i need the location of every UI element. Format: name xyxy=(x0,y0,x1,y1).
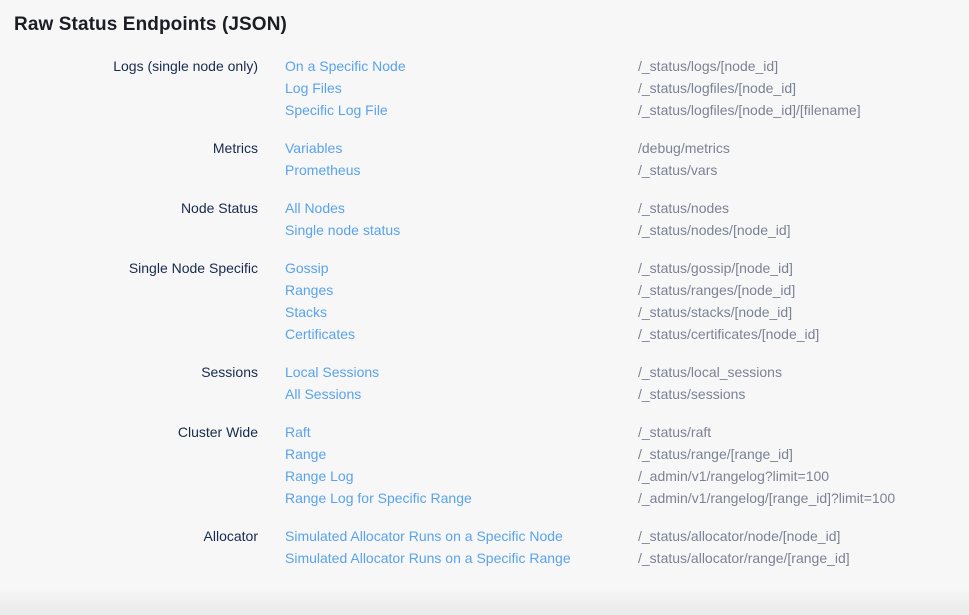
endpoint-link[interactable]: On a Specific Node xyxy=(285,55,638,77)
endpoint-link[interactable]: Local Sessions xyxy=(285,361,638,383)
endpoint-path: /_status/logfiles/[node_id] xyxy=(638,77,969,99)
endpoint-groups: Logs (single node only) On a Specific No… xyxy=(0,55,969,569)
category-label: Cluster Wide xyxy=(0,421,285,509)
endpoint-path: /_status/certificates/[node_id] xyxy=(638,323,969,345)
endpoint-link[interactable]: All Sessions xyxy=(285,383,638,405)
endpoint-link[interactable]: Gossip xyxy=(285,257,638,279)
footer-strip xyxy=(0,589,969,615)
endpoint-link[interactable]: Prometheus xyxy=(285,159,638,181)
endpoint-link[interactable]: Certificates xyxy=(285,323,638,345)
links-column: GossipRangesStacksCertificates xyxy=(285,257,638,345)
category-label: Node Status xyxy=(0,197,285,241)
links-column: On a Specific NodeLog FilesSpecific Log … xyxy=(285,55,638,121)
endpoint-path: /_status/raft xyxy=(638,421,969,443)
endpoint-link[interactable]: Range Log for Specific Range xyxy=(285,487,638,509)
paths-column: /_status/raft/_status/range/[range_id]/_… xyxy=(638,421,969,509)
endpoint-path: /_status/local_sessions xyxy=(638,361,969,383)
endpoint-path: /_admin/v1/rangelog?limit=100 xyxy=(638,465,969,487)
paths-column: /_status/nodes/_status/nodes/[node_id] xyxy=(638,197,969,241)
page-title: Raw Status Endpoints (JSON) xyxy=(14,12,969,38)
endpoint-link[interactable]: Range Log xyxy=(285,465,638,487)
endpoint-group: Allocator Simulated Allocator Runs on a … xyxy=(0,525,969,569)
endpoint-path: /_admin/v1/rangelog/[range_id]?limit=100 xyxy=(638,487,969,509)
endpoint-path: /_status/logfiles/[node_id]/[filename] xyxy=(638,99,969,121)
endpoint-path: /_status/ranges/[node_id] xyxy=(638,279,969,301)
endpoint-path: /_status/allocator/node/[node_id] xyxy=(638,525,969,547)
endpoint-link[interactable]: Variables xyxy=(285,137,638,159)
endpoint-group: Single Node Specific GossipRangesStacksC… xyxy=(0,257,969,345)
endpoint-path: /_status/nodes/[node_id] xyxy=(638,219,969,241)
endpoint-path: /_status/sessions xyxy=(638,383,969,405)
paths-column: /_status/gossip/[node_id]/_status/ranges… xyxy=(638,257,969,345)
category-label: Logs (single node only) xyxy=(0,55,285,121)
links-column: VariablesPrometheus xyxy=(285,137,638,181)
endpoint-path: /_status/allocator/range/[range_id] xyxy=(638,547,969,569)
endpoint-link[interactable]: Simulated Allocator Runs on a Specific N… xyxy=(285,525,638,547)
paths-column: /_status/local_sessions/_status/sessions xyxy=(638,361,969,405)
endpoint-link[interactable]: Single node status xyxy=(285,219,638,241)
links-column: Local SessionsAll Sessions xyxy=(285,361,638,405)
endpoint-link[interactable]: Raft xyxy=(285,421,638,443)
endpoint-group: Sessions Local SessionsAll Sessions /_st… xyxy=(0,361,969,405)
links-column: All NodesSingle node status xyxy=(285,197,638,241)
endpoint-path: /_status/stacks/[node_id] xyxy=(638,301,969,323)
endpoint-path: /_status/range/[range_id] xyxy=(638,443,969,465)
endpoint-group: Logs (single node only) On a Specific No… xyxy=(0,55,969,121)
category-label: Single Node Specific xyxy=(0,257,285,345)
paths-column: /_status/allocator/node/[node_id]/_statu… xyxy=(638,525,969,569)
endpoint-path: /_status/vars xyxy=(638,159,969,181)
endpoint-group: Metrics VariablesPrometheus /debug/metri… xyxy=(0,137,969,181)
category-label: Allocator xyxy=(0,525,285,569)
endpoint-link[interactable]: Log Files xyxy=(285,77,638,99)
endpoint-path: /_status/nodes xyxy=(638,197,969,219)
endpoint-group: Node Status All NodesSingle node status … xyxy=(0,197,969,241)
endpoint-path: /_status/gossip/[node_id] xyxy=(638,257,969,279)
endpoint-path: /_status/logs/[node_id] xyxy=(638,55,969,77)
links-column: RaftRangeRange LogRange Log for Specific… xyxy=(285,421,638,509)
endpoint-link[interactable]: Specific Log File xyxy=(285,99,638,121)
endpoint-link[interactable]: Ranges xyxy=(285,279,638,301)
endpoint-path: /debug/metrics xyxy=(638,137,969,159)
endpoint-link[interactable]: All Nodes xyxy=(285,197,638,219)
category-label: Sessions xyxy=(0,361,285,405)
paths-column: /_status/logs/[node_id]/_status/logfiles… xyxy=(638,55,969,121)
endpoint-group: Cluster Wide RaftRangeRange LogRange Log… xyxy=(0,421,969,509)
endpoint-link[interactable]: Simulated Allocator Runs on a Specific R… xyxy=(285,547,638,569)
endpoint-link[interactable]: Stacks xyxy=(285,301,638,323)
category-label: Metrics xyxy=(0,137,285,181)
links-column: Simulated Allocator Runs on a Specific N… xyxy=(285,525,638,569)
paths-column: /debug/metrics/_status/vars xyxy=(638,137,969,181)
endpoint-link[interactable]: Range xyxy=(285,443,638,465)
